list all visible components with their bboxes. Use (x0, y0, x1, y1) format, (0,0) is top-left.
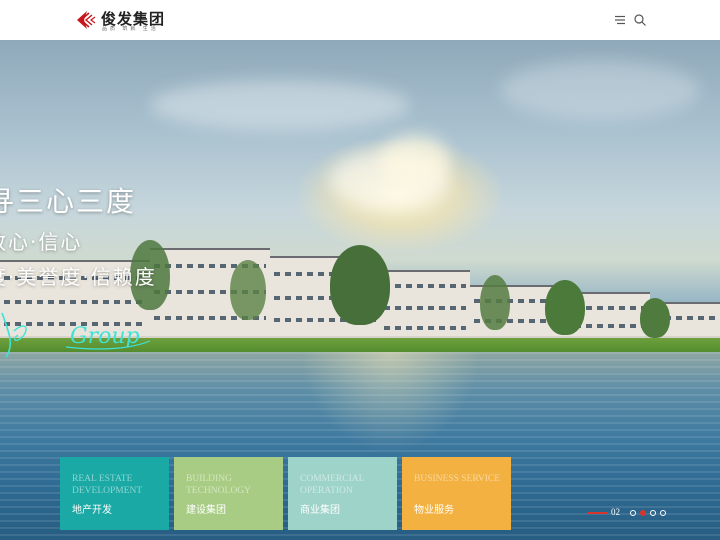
signature-logo: Group (1, 312, 151, 358)
brand-mark-icon (77, 11, 96, 29)
tree (545, 280, 585, 335)
pager-current-number: 02 (611, 507, 620, 517)
svg-text:Group: Group (70, 324, 140, 349)
hero-slogan: 寻三心三度 致心·信心 度·美誉度·信赖度 (0, 180, 157, 290)
pager-dot-active[interactable] (640, 510, 646, 516)
slogan-line: 致心·信心 (0, 230, 83, 254)
tile-label: 地产开发 (72, 505, 112, 516)
pager-dot[interactable] (630, 510, 636, 516)
tile-commercial[interactable]: COMMERCIAL OPERATION 商业集团 (288, 457, 397, 530)
business-tiles: REAL ESTATE DEVELOPMENT 地产开发 BUILDING TE… (60, 457, 511, 530)
tile-label: 商业集团 (300, 505, 340, 516)
tile-english-label: BUSINESS SERVICE (414, 474, 501, 484)
tree (480, 275, 510, 330)
tile-real-estate[interactable]: REAL ESTATE DEVELOPMENT 地产开发 (60, 457, 169, 530)
pager-dot[interactable] (660, 510, 666, 516)
tile-english-label: COMMERCIAL OPERATION (300, 474, 365, 496)
slide-pager: 02 (588, 506, 668, 520)
slogan-line: 度·美誉度·信赖度 (0, 265, 157, 289)
tile-english-label: REAL ESTATE DEVELOPMENT (72, 474, 143, 496)
cloud (150, 80, 410, 130)
slogan-headline: 寻三心三度 (0, 185, 137, 218)
cloud (500, 60, 700, 120)
brand-tagline: 品质 筑就 生活 (102, 26, 159, 32)
tile-label: 建设集团 (186, 505, 226, 516)
tree (230, 260, 266, 320)
tile-building[interactable]: BUILDING TECHNOLOGY 建设集团 (174, 457, 283, 530)
tree (330, 245, 390, 325)
tile-business-service[interactable]: BUSINESS SERVICE 物业服务 (402, 457, 511, 530)
lake-reflection (300, 352, 480, 452)
menu-icon[interactable] (613, 13, 627, 27)
pager-progress-line (588, 512, 608, 514)
tile-english-label: BUILDING TECHNOLOGY (186, 474, 251, 496)
site-header: 俊发集团 品质 筑就 生活 (0, 0, 720, 40)
pager-dot[interactable] (650, 510, 656, 516)
tile-label: 物业服务 (414, 505, 454, 516)
cloud (380, 135, 450, 185)
tree (640, 298, 670, 338)
search-icon[interactable] (633, 13, 647, 27)
building (380, 270, 470, 342)
